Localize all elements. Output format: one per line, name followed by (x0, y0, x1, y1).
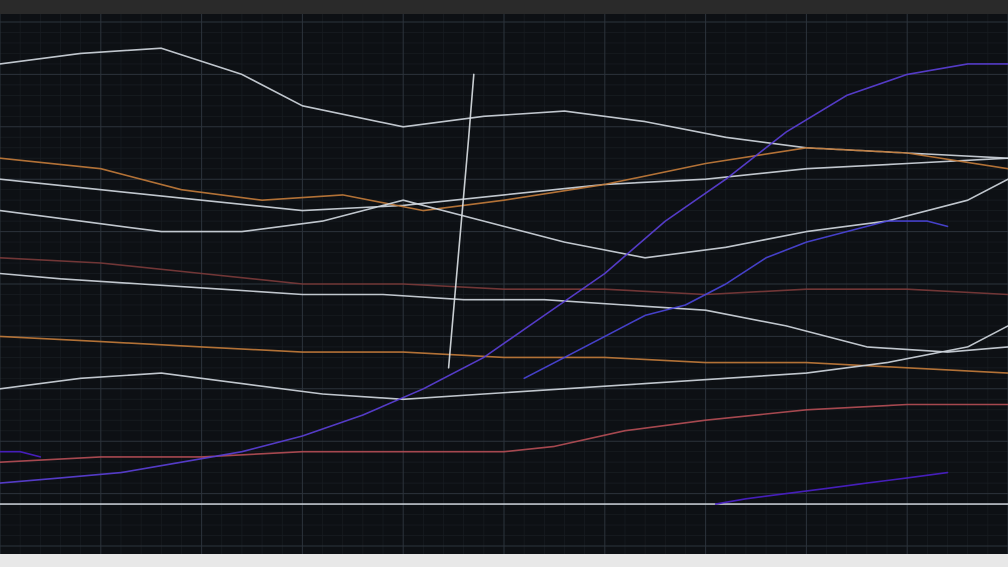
chart-window (0, 0, 1008, 567)
line-chart (0, 14, 1008, 554)
x-axis-strip (0, 554, 1008, 567)
chart-area (0, 14, 1008, 554)
top-toolbar-strip (0, 0, 1008, 14)
x-tick-labels (0, 554, 1008, 567)
